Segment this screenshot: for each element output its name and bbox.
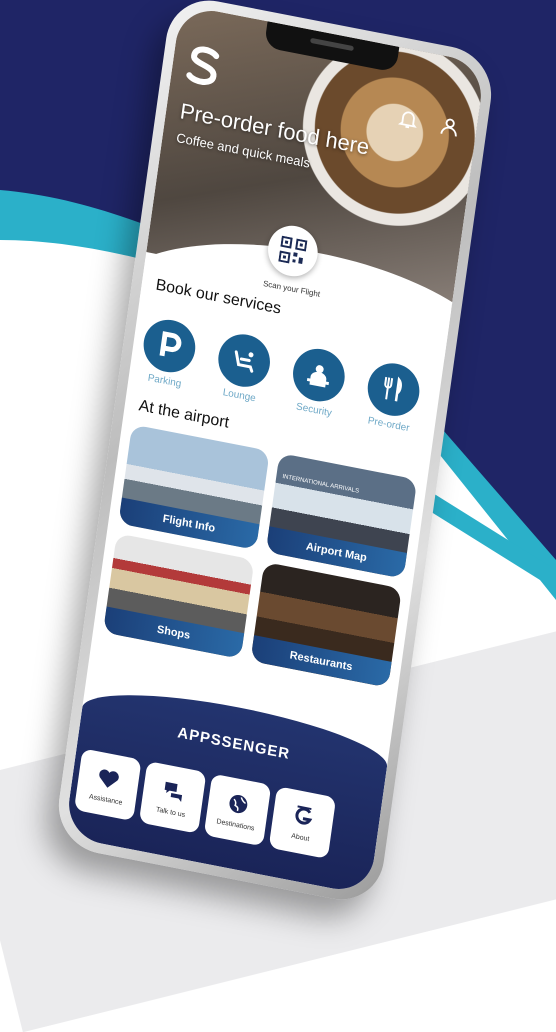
service-label: Parking: [147, 372, 182, 390]
heart-icon: [99, 769, 119, 788]
service-label: Pre-order: [367, 415, 411, 435]
service-label: Lounge: [222, 387, 257, 405]
nav-label: Assistance: [88, 792, 123, 807]
tile-label: Shops: [102, 606, 245, 659]
tile-label: Restaurants: [250, 635, 392, 688]
airport-tiles: Flight Info INTERNATIONAL ARRIVALS Airpo…: [102, 424, 418, 688]
nav-assistance[interactable]: Assistance: [73, 748, 142, 822]
nav-label: Talk to us: [155, 805, 186, 819]
tile-airport-map[interactable]: INTERNATIONAL ARRIVALS Airport Map: [265, 452, 418, 579]
nav-talk-to-us[interactable]: Talk to us: [138, 760, 207, 834]
app-logo: [186, 46, 220, 85]
nav-about[interactable]: About: [268, 786, 337, 860]
user-icon[interactable]: [437, 114, 462, 140]
nav-destinations[interactable]: Destinations: [203, 773, 272, 847]
service-preorder[interactable]: Pre-order: [360, 358, 424, 436]
service-lounge[interactable]: Lounge: [211, 329, 275, 406]
service-parking[interactable]: Parking: [136, 315, 200, 392]
arrivals-sign: INTERNATIONAL ARRIVALS: [281, 473, 360, 495]
logo-g-icon: [295, 804, 313, 825]
nav-label: Destinations: [216, 817, 255, 832]
globe-icon: [229, 794, 248, 813]
tile-shops[interactable]: Shops: [102, 533, 255, 659]
tile-restaurants[interactable]: Restaurants: [250, 561, 402, 688]
nav-label: About: [290, 832, 310, 843]
chat-icon: [164, 781, 183, 802]
cutlery-icon: [384, 376, 402, 402]
bottom-nav: Assistance Talk to us Destinations About: [73, 748, 337, 860]
tile-flight-info[interactable]: Flight Info: [118, 424, 270, 551]
service-label: Security: [295, 401, 333, 420]
bell-icon[interactable]: [396, 106, 421, 132]
lounge-seat-icon: [234, 350, 254, 373]
parking-icon: [159, 331, 182, 357]
qr-code-icon: [278, 235, 308, 265]
service-security[interactable]: Security: [286, 344, 350, 421]
security-officer-icon: [306, 365, 329, 388]
